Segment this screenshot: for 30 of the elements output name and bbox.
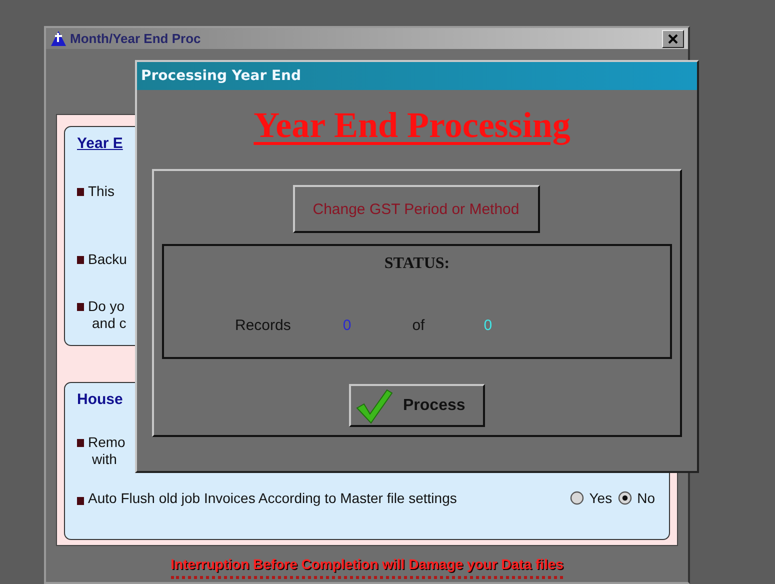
bullet-icon — [77, 188, 84, 196]
process-button[interactable]: Process — [349, 384, 485, 427]
bullet-text: with — [91, 451, 118, 468]
section-heading: House — [77, 391, 123, 408]
bullet-text: This — [88, 183, 114, 200]
app-logo-icon — [50, 30, 67, 47]
bullet-icon — [77, 439, 84, 447]
dialog-heading: Year End Processing — [254, 104, 570, 146]
of-label: of — [412, 317, 425, 334]
bullet-text: Do yo — [88, 298, 126, 315]
close-icon — [668, 34, 678, 44]
check-icon — [355, 388, 393, 424]
section-heading: Year E — [77, 135, 123, 152]
records-total: 0 — [484, 317, 492, 334]
bullet-text: and c — [91, 315, 126, 332]
dialog-title: Processing Year End — [141, 68, 302, 84]
close-button[interactable] — [662, 30, 684, 48]
warning-text: Interruption Before Completion will Damage your Data files — [170, 556, 564, 579]
status-label: STATUS: — [384, 255, 450, 273]
option-label: Auto Flush old job Invoices According to Master file settings — [88, 490, 457, 506]
records-label: Records — [235, 317, 291, 334]
bullet-icon — [77, 256, 84, 264]
bullet-text: Remo — [88, 434, 126, 451]
bullet-icon — [77, 303, 84, 311]
bullet-text: Backu — [88, 251, 127, 268]
records-current: 0 — [342, 317, 352, 334]
bullet-icon — [77, 496, 84, 504]
radio-option[interactable]: No — [618, 490, 655, 506]
window-title: Month/Year End Proc — [70, 31, 201, 46]
radio-option[interactable]: Yes — [570, 490, 612, 506]
